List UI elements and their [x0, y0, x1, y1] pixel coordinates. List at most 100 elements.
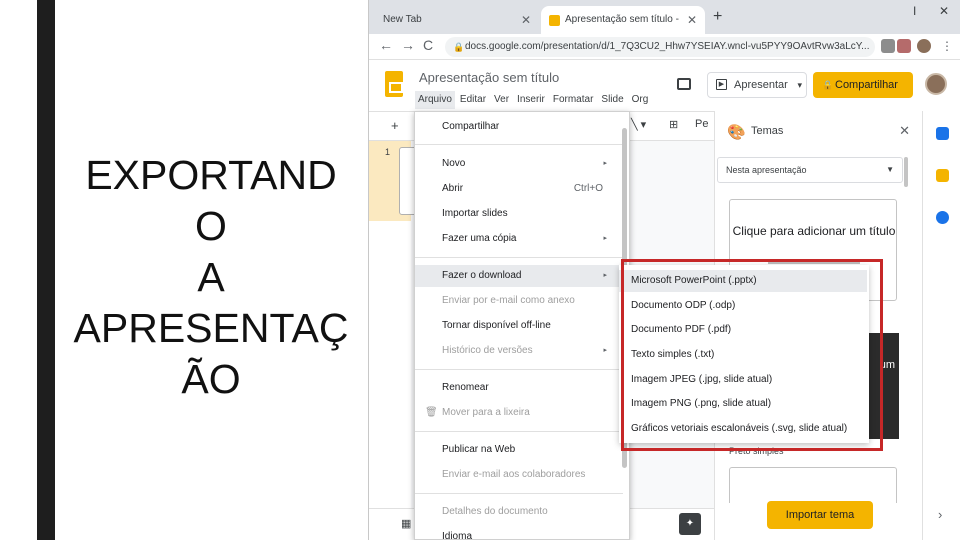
new-tab-button[interactable]: + — [713, 8, 722, 26]
slides-header: Apresentação sem título Arquivo Editar Ver… — [369, 61, 960, 111]
chevron-right-icon[interactable]: › — [938, 507, 942, 522]
menu-item-label: Compartilhar — [442, 121, 500, 132]
menu-item-fazer-copia[interactable]: Fazer uma cópia ▸ — [415, 228, 623, 250]
close-icon[interactable]: ✕ — [899, 123, 910, 139]
extension-icon[interactable] — [897, 39, 911, 53]
close-icon[interactable]: ✕ — [687, 6, 697, 34]
close-icon[interactable]: ✕ — [521, 6, 531, 34]
palette-icon: 🎨 — [727, 124, 746, 141]
menu-item-label: Detalhes do documento — [442, 506, 548, 517]
menu-item-shortcut: Ctrl+O — [573, 183, 603, 194]
menu-org[interactable]: Org — [629, 91, 652, 109]
themes-title: Temas — [751, 125, 784, 137]
menu-item-abrir[interactable]: Abrir Ctrl+O — [415, 178, 623, 200]
menu-item-publicar-web[interactable]: Publicar na Web — [415, 439, 623, 461]
tasks-icon[interactable] — [936, 211, 949, 224]
lock-icon: 🔒 — [453, 42, 465, 52]
slides-favicon-icon — [549, 15, 560, 26]
menu-editar[interactable]: Editar — [457, 91, 489, 109]
menu-item-enviar-email-colaboradores[interactable]: Enviar e-mail aos colaboradores — [415, 464, 623, 486]
share-button[interactable]: 🔒 Compartilhar — [813, 72, 913, 98]
theme-source-select[interactable]: Nesta apresentação ▼ — [717, 157, 903, 183]
highlight-box — [621, 259, 883, 451]
theme-card-title: Clique para adicionar um título — [732, 224, 896, 238]
tab-new-tab[interactable]: New Tab ✕ — [369, 6, 539, 34]
browser-toolbar: ← → C 🔒 docs.google.com/presentation/d/1… — [369, 34, 960, 60]
slide-left-bar — [37, 0, 55, 540]
menu-divider — [415, 369, 623, 370]
address-text: docs.google.com/presentation/d/1_7Q3CU2_… — [465, 41, 870, 52]
menu-item-novo[interactable]: Novo ▸ — [415, 153, 623, 175]
menu-item-label: Publicar na Web — [442, 444, 516, 455]
scrollbar[interactable] — [904, 157, 908, 187]
explore-icon[interactable]: ✦ — [679, 513, 701, 535]
new-slide-icon[interactable]: + — [391, 118, 399, 133]
menu-item-enviar-email-anexo[interactable]: Enviar por e-mail como anexo — [415, 290, 623, 312]
menu-item-historico-versoes[interactable]: Histórico de versões ▸ — [415, 340, 623, 362]
present-play-icon: ▶ — [716, 79, 727, 90]
document-title[interactable]: Apresentação sem título — [419, 70, 559, 85]
submenu-arrow-icon: ▸ — [603, 272, 607, 279]
menu-item-label: Fazer uma cópia — [442, 233, 517, 244]
chevron-down-icon[interactable]: ▾ — [797, 73, 802, 97]
menu-item-label: Importar slides — [442, 208, 508, 219]
grid-view-icon[interactable]: ▦ — [401, 517, 411, 530]
minimize-icon[interactable]: I — [913, 4, 916, 18]
reload-icon[interactable]: C — [423, 37, 433, 53]
text-tool[interactable]: Pe — [695, 118, 708, 130]
lock-icon: 🔒 — [822, 80, 834, 90]
menu-item-label: Enviar por e-mail como anexo — [442, 295, 575, 306]
submenu-arrow-icon: ▸ — [603, 347, 607, 354]
side-rail: › — [922, 111, 960, 540]
menu-item-label: Renomear — [442, 382, 489, 393]
menu-divider — [415, 431, 623, 432]
menu-item-importar-slides[interactable]: Importar slides — [415, 203, 623, 225]
menu-item-label: Tornar disponível off-line — [442, 320, 551, 331]
tab-presentation[interactable]: Apresentação sem título - Apresc ✕ — [541, 6, 705, 53]
menu-divider — [415, 144, 623, 145]
menu-item-renomear[interactable]: Renomear — [415, 377, 623, 399]
star-icon[interactable] — [881, 39, 895, 53]
menu-item-label: Fazer o download — [442, 270, 522, 281]
window-close-icon[interactable]: ✕ — [939, 4, 949, 18]
present-button[interactable]: ▶ Apresentar ▾ — [707, 72, 807, 98]
tab-strip: New Tab ✕ Apresentação sem título - Apre… — [369, 0, 960, 53]
submenu-arrow-icon: ▸ — [603, 235, 607, 242]
trash-icon: 🗑 — [425, 407, 438, 418]
menu-arquivo[interactable]: Arquivo — [415, 91, 455, 109]
slides-logo-icon[interactable] — [385, 71, 403, 97]
menu-item-fazer-download[interactable]: Fazer o download ▸ — [415, 265, 623, 287]
menu-item-label: Novo — [442, 158, 466, 169]
theme-source-value: Nesta apresentação — [726, 165, 807, 175]
menu-slide[interactable]: Slide — [598, 91, 626, 109]
menu-item-detalhes-documento[interactable]: Detalhes do documento — [415, 501, 623, 523]
comments-icon[interactable] — [677, 78, 691, 90]
menu-item-mover-lixeira[interactable]: 🗑 Mover para a lixeira — [415, 402, 623, 424]
menu-item-label: Enviar e-mail aos colaboradores — [442, 469, 586, 480]
menu-item-label: Idioma — [442, 531, 473, 540]
theme-card-next[interactable] — [729, 467, 897, 503]
kebab-menu-icon[interactable]: ⋮ — [941, 39, 955, 53]
menu-divider — [415, 257, 623, 258]
menu-item-compartilhar[interactable]: Compartilhar — [415, 116, 623, 138]
menu-inserir[interactable]: Inserir — [514, 91, 548, 109]
import-theme-button[interactable]: Importar tema — [767, 501, 873, 529]
menu-item-label: Abrir — [442, 183, 464, 194]
menu-ver[interactable]: Ver — [491, 91, 512, 109]
present-label: Apresentar — [734, 79, 788, 91]
keep-icon[interactable] — [936, 169, 949, 182]
menu-formatar[interactable]: Formatar — [550, 91, 597, 109]
profile-icon[interactable] — [917, 39, 931, 53]
calendar-icon[interactable] — [936, 127, 949, 140]
address-bar[interactable]: 🔒 docs.google.com/presentation/d/1_7Q3CU… — [445, 37, 875, 57]
line-tool-icon[interactable]: ╲ ▾ — [631, 118, 646, 131]
forward-icon[interactable]: → — [401, 37, 415, 53]
chevron-down-icon: ▼ — [886, 165, 894, 174]
comment-add-icon[interactable]: ⊞ — [669, 118, 678, 131]
avatar[interactable] — [925, 73, 947, 95]
slide-title: EXPORTAND O A APRESENTAÇ ÃO — [73, 152, 349, 402]
share-label: Compartilhar — [835, 79, 898, 91]
menu-item-idioma[interactable]: Idioma — [415, 526, 623, 540]
back-icon[interactable]: ← — [379, 37, 393, 53]
menu-item-offline[interactable]: Tornar disponível off-line — [415, 315, 623, 337]
